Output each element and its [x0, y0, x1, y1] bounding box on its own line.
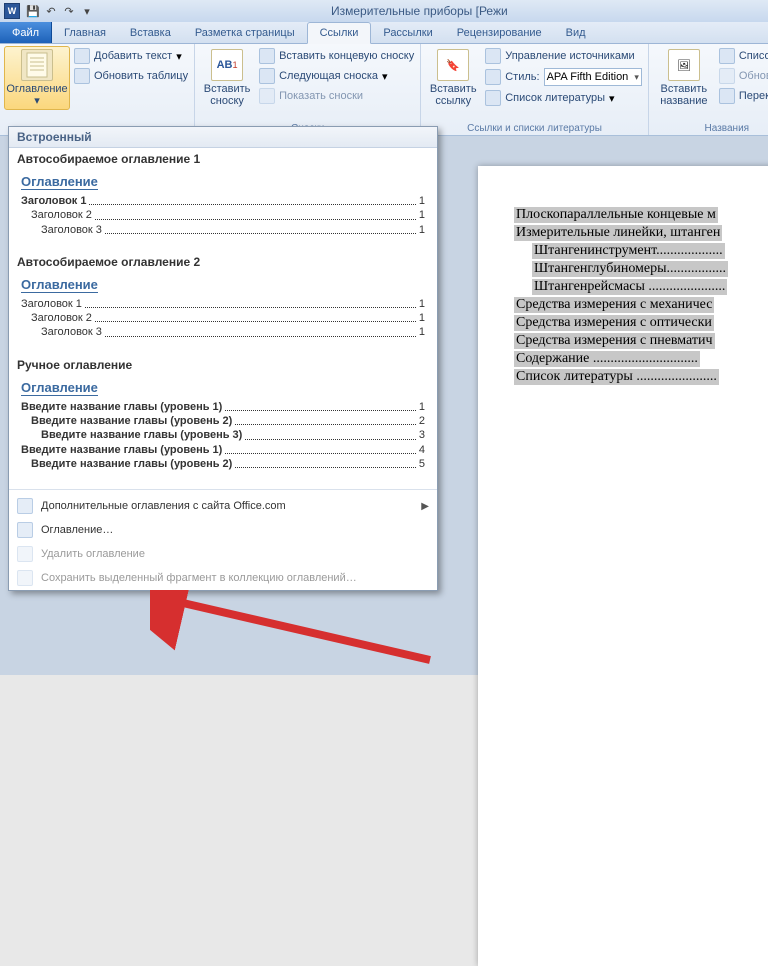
tab-file[interactable]: Файл	[0, 22, 52, 43]
insert-caption-button[interactable]: 🖼 Вставить название	[653, 46, 715, 110]
manage-sources-icon	[485, 48, 501, 64]
ribbon: Оглавление▾ Добавить текст ▾ Обновить та…	[0, 44, 768, 136]
insert-endnote-button[interactable]: Вставить концевую сноску	[257, 47, 416, 65]
ribbon-tabs: Файл Главная Вставка Разметка страницы С…	[0, 22, 768, 44]
doc-line: Измерительные линейки, штанген	[514, 225, 722, 241]
style-icon	[485, 69, 501, 85]
quick-access-toolbar: W 💾 ↶ ↷ ▾ Измерительные приборы [Режи	[0, 0, 768, 22]
qat-customize-icon[interactable]: ▾	[78, 2, 96, 20]
show-footnotes-button[interactable]: Показать сноски	[257, 87, 416, 105]
window-title: Измерительные приборы [Режи	[331, 4, 508, 18]
save-icon[interactable]: 💾	[24, 2, 42, 20]
next-footnote-button[interactable]: Следующая сноска ▾	[257, 67, 416, 85]
more-toc-online[interactable]: Дополнительные оглавления с сайта Office…	[9, 494, 437, 518]
dd-auto1-title: Автособираемое оглавление 1	[9, 148, 437, 170]
citation-style-row: Стиль: APA Fifth Edition	[483, 67, 644, 87]
dd-manual-title: Ручное оглавление	[9, 354, 437, 376]
save-selection-toc: Сохранить выделенный фрагмент в коллекци…	[9, 566, 437, 590]
show-footnotes-icon	[259, 88, 275, 104]
group-citations: 🔖 Вставить ссылку Управление источниками…	[421, 44, 649, 135]
save-selection-icon	[17, 570, 33, 586]
remove-toc-icon	[17, 546, 33, 562]
update-table-icon	[74, 68, 90, 84]
document-page[interactable]: Плоскопараллельные концевые м Измеритель…	[478, 166, 768, 966]
caption-icon: 🖼	[668, 49, 700, 81]
table-of-figures-button[interactable]: Список илл	[717, 47, 768, 65]
group-captions-label: Названия	[653, 122, 768, 135]
group-captions: 🖼 Вставить название Список илл Обновить …	[649, 44, 768, 135]
tab-layout[interactable]: Разметка страницы	[183, 22, 307, 43]
doc-line: Содержание .............................…	[514, 351, 700, 367]
doc-line: Средства измерения с оптически	[514, 315, 714, 331]
custom-toc-icon	[17, 522, 33, 538]
tab-mailings[interactable]: Рассылки	[371, 22, 444, 43]
add-text-icon	[74, 48, 90, 64]
figures-list-icon	[719, 48, 735, 64]
manage-sources-button[interactable]: Управление источниками	[483, 47, 644, 65]
update-figures-button[interactable]: Обновить т	[717, 67, 768, 85]
custom-toc[interactable]: Оглавление…	[9, 518, 437, 542]
cross-reference-button[interactable]: Перекрестн	[717, 87, 768, 105]
office-icon	[17, 498, 33, 514]
citation-style-combo[interactable]: APA Fifth Edition	[544, 68, 642, 86]
bibliography-button[interactable]: Список литературы ▾	[483, 89, 644, 107]
dd-header: Встроенный	[9, 127, 437, 148]
endnote-icon	[259, 48, 275, 64]
redo-icon[interactable]: ↷	[60, 2, 78, 20]
update-table-button[interactable]: Обновить таблицу	[72, 67, 190, 85]
insert-footnote-button[interactable]: AB1 Вставить сноску	[199, 46, 255, 110]
toc-dropdown: Встроенный Автособираемое оглавление 1 О…	[8, 126, 438, 591]
remove-toc: Удалить оглавление	[9, 542, 437, 566]
toc-preview-auto1[interactable]: Оглавление Заголовок 11 Заголовок 21 Заг…	[9, 170, 437, 251]
crossref-icon	[719, 88, 735, 104]
tab-review[interactable]: Рецензирование	[445, 22, 554, 43]
add-text-button[interactable]: Добавить текст ▾	[72, 47, 190, 65]
group-footnotes: AB1 Вставить сноску Вставить концевую сн…	[195, 44, 421, 135]
insert-citation-button[interactable]: 🔖 Вставить ссылку	[425, 46, 481, 110]
doc-line: Штангенглубиномеры.................	[532, 261, 728, 277]
tab-view[interactable]: Вид	[554, 22, 598, 43]
toc-button[interactable]: Оглавление▾	[4, 46, 70, 110]
footnote-icon: AB1	[211, 49, 243, 81]
tab-insert[interactable]: Вставка	[118, 22, 183, 43]
word-app-icon: W	[4, 3, 20, 19]
next-footnote-icon	[259, 68, 275, 84]
doc-line: Штангенрейсмасы ......................	[532, 279, 727, 295]
toc-icon	[21, 49, 53, 81]
group-citations-label: Ссылки и списки литературы	[425, 122, 644, 135]
toc-preview-auto2[interactable]: Оглавление Заголовок 11 Заголовок 21 Заг…	[9, 273, 437, 354]
group-toc: Оглавление▾ Добавить текст ▾ Обновить та…	[0, 44, 195, 135]
doc-line: Плоскопараллельные концевые м	[514, 207, 718, 223]
undo-icon[interactable]: ↶	[42, 2, 60, 20]
tab-home[interactable]: Главная	[52, 22, 118, 43]
toc-label: Оглавление	[6, 83, 67, 95]
chevron-right-icon: ▶	[421, 501, 429, 512]
update-figures-icon	[719, 68, 735, 84]
dd-auto2-title: Автособираемое оглавление 2	[9, 251, 437, 273]
toc-preview-manual[interactable]: Оглавление Введите название главы (урове…	[9, 376, 437, 485]
bibliography-icon	[485, 90, 501, 106]
doc-line: Средства измерения с механичес	[514, 297, 714, 313]
doc-line: Список литературы ......................…	[514, 369, 719, 385]
doc-line: Средства измерения с пневматич	[514, 333, 715, 349]
tab-references[interactable]: Ссылки	[307, 22, 372, 44]
citation-icon: 🔖	[437, 49, 469, 81]
doc-line: Штангенинструмент...................	[532, 243, 725, 259]
